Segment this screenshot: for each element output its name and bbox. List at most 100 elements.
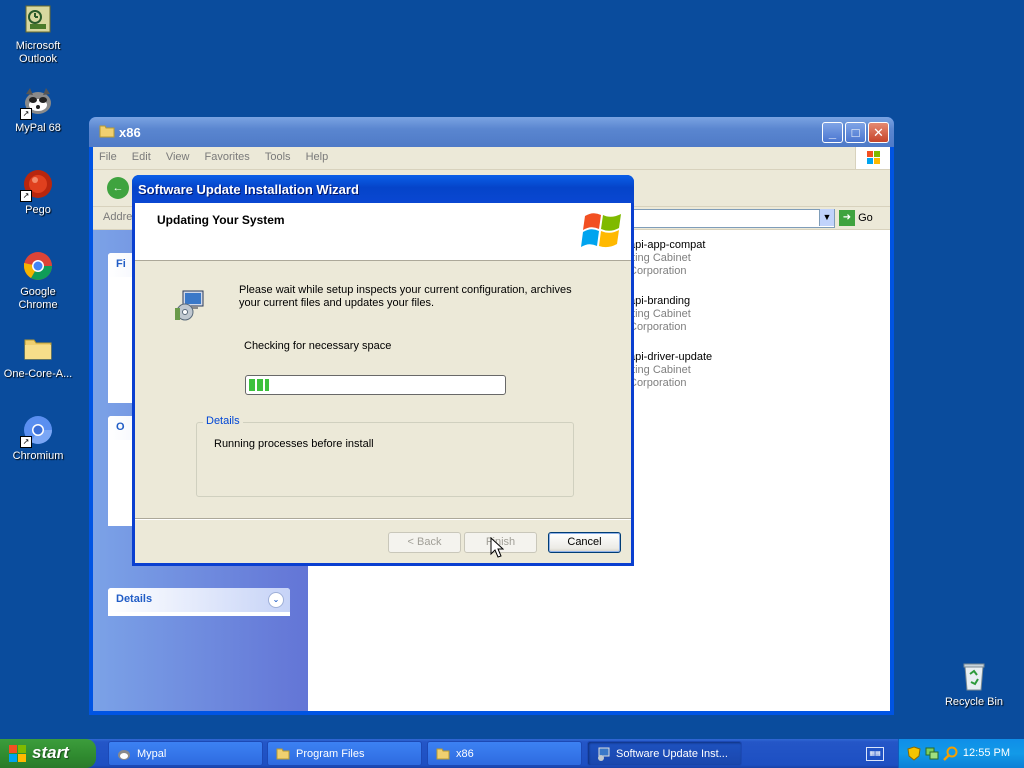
chromium-icon: ↗ [20,414,54,448]
pego-icon: ↗ [20,168,54,202]
desktop-icon-chrome[interactable]: Google Chrome [0,250,76,312]
go-button[interactable]: ➜ Go [839,210,873,226]
file-company: Corporation [629,265,687,277]
search-icon[interactable] [943,746,958,761]
menu-bar: File Edit View Favorites Tools Help [93,147,890,170]
desktop-icon-label: Microsoft Outlook [15,40,61,65]
folder-icon [436,748,450,760]
close-button[interactable]: ✕ [868,122,889,143]
status-text: Checking for necessary space [244,340,392,352]
desktop-icon-chromium[interactable]: ↗ Chromium [0,414,76,463]
maximize-button[interactable]: □ [845,122,866,143]
menu-edit[interactable]: Edit [126,147,157,163]
side-panel-header[interactable]: Details ⌄ [108,588,290,612]
taskbar-item-mypal[interactable]: Mypal [108,741,263,766]
system-tray: 12:55 PM [898,739,1024,768]
menu-tools[interactable]: Tools [259,147,297,163]
desktop-icon-one-core[interactable]: One-Core-A... [0,332,76,381]
network-icon[interactable] [925,746,939,761]
windows-logo-icon [9,745,26,762]
desktop-icon-label: One-Core-A... [3,368,73,380]
file-name: api-driver-update [629,351,713,363]
mouse-cursor-icon [490,536,505,559]
chrome-icon [22,250,54,282]
taskbar-item-software-update[interactable]: Software Update Inst... [587,741,742,766]
desktop-icon-mypal[interactable]: ↗ MyPal 68 [0,86,76,135]
chevron-down-icon[interactable]: ▼ [819,209,834,226]
back-arrow-icon[interactable]: ← [107,177,129,199]
cancel-button[interactable]: Cancel [548,532,621,553]
file-company: Corporation [629,377,687,389]
wizard-body: Updating Your System Please wait while s… [135,203,631,563]
folder-icon [99,125,115,138]
shortcut-arrow-icon: ↗ [20,436,32,448]
file-type: tting Cabinet [629,308,691,320]
keyboard-icon[interactable]: ▦▦ [866,747,884,761]
chevron-down-icon[interactable]: ⌄ [268,592,284,608]
wizard-description: Please wait while setup inspects your cu… [239,284,572,309]
minimize-button[interactable]: _ [822,122,843,143]
details-group: Details Running processes before install [196,415,574,497]
address-label: Addre [103,211,133,223]
file-name: api-branding [629,295,691,307]
file-type: tting Cabinet [629,252,691,264]
go-arrow-icon: ➜ [839,210,855,226]
menu-view[interactable]: View [160,147,196,163]
recycle-bin-icon [958,660,990,692]
taskbar-item-label: x86 [456,748,474,760]
details-text: Running processes before install [214,438,374,450]
menu-favorites[interactable]: Favorites [199,147,256,163]
side-panel-details[interactable]: Details ⌄ [108,588,290,616]
file-name: api-app-compat [629,239,706,251]
file-company: Corporation [629,321,687,333]
start-button[interactable]: start [0,739,96,768]
window-title: x86 [119,125,141,140]
setup-computer-icon [173,288,207,322]
file-type: tting Cabinet [629,364,691,376]
progress-bar [245,375,506,395]
mypal-icon: ↗ [20,86,54,120]
list-item[interactable]: api-app-compat tting Cabinet Corporation [629,239,712,278]
address-field[interactable] [633,209,835,228]
desktop-icon-label: Pego [25,204,51,216]
menu-help[interactable]: Help [300,147,335,163]
wizard-title: Software Update Installation Wizard [138,182,359,197]
start-label: start [32,743,69,762]
windows-logo-icon [581,208,625,254]
explorer-titlebar[interactable]: x86 _ □ ✕ [89,117,894,147]
list-item[interactable]: api-branding tting Cabinet Corporation [629,295,712,334]
taskbar-item-label: Mypal [137,748,167,760]
desktop-icon-recycle-bin[interactable]: Recycle Bin [936,660,1012,709]
wizard-titlebar[interactable]: Software Update Installation Wizard [132,175,634,203]
taskbar-item-program-files[interactable]: Program Files [267,741,422,766]
outlook-icon [22,4,54,36]
clock: 12:55 PM [962,747,1010,759]
desktop-icon-pego[interactable]: ↗ Pego [0,168,76,217]
desktop-icon-outlook[interactable]: Microsoft Outlook [0,4,76,66]
side-panel-details-label: Details [116,593,153,605]
desktop-icon-label: Recycle Bin [944,696,1004,708]
folder-icon [276,748,290,760]
shortcut-arrow-icon: ↗ [20,190,32,202]
wizard-header: Updating Your System [135,203,631,261]
desktop-icon-label: Google Chrome [18,286,58,311]
menu-file[interactable]: File [93,147,123,163]
taskbar: start Mypal Program Files x86 Software U… [0,739,1024,768]
list-item[interactable]: api-driver-update tting Cabinet Corporat… [629,351,712,390]
taskbar-item-label: Software Update Inst... [616,748,728,760]
setup-computer-icon [598,747,610,761]
desktop-icon-label: Chromium [12,450,64,462]
file-list: api-app-compat tting Cabinet Corporation… [629,239,712,407]
wizard-dialog[interactable]: Software Update Installation Wizard Upda… [132,175,634,566]
divider [135,518,631,520]
back-button[interactable]: < Back [388,532,461,553]
taskbar-item-x86[interactable]: x86 [427,741,582,766]
details-label: Details [203,415,243,427]
shield-icon[interactable] [907,746,921,761]
desktop-icon-label: MyPal 68 [15,122,61,134]
progress-fill [249,379,269,391]
folder-icon [22,332,54,364]
taskbar-item-label: Program Files [296,748,365,760]
mypal-icon [118,750,130,760]
shortcut-arrow-icon: ↗ [20,108,32,120]
